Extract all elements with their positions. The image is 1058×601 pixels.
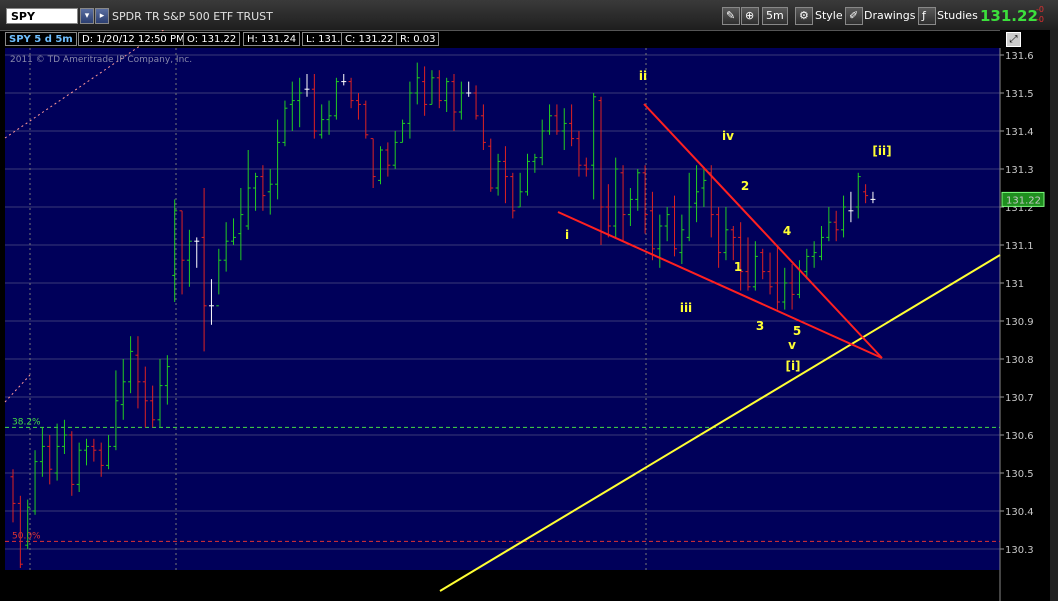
wave-label: 4: [783, 224, 791, 238]
wave-label: iv: [722, 129, 734, 143]
y-tick-label: 130.3: [1005, 545, 1034, 556]
wave-label: 5: [793, 324, 801, 338]
symbol-link-icon[interactable]: ▸: [95, 8, 109, 24]
fib-level-label: 38.2%: [12, 417, 41, 427]
studies-button[interactable]: Studies: [937, 9, 978, 22]
wave-label: i: [565, 228, 569, 242]
wave-label: ii: [639, 69, 647, 83]
symbol-dropdown-icon[interactable]: ▾: [80, 8, 94, 24]
last-price-tag-label: 131.22: [1006, 195, 1041, 206]
y-tick-label: 131.4: [1005, 127, 1034, 138]
wave-label: 1: [734, 260, 742, 274]
right-edge-panel: [1050, 30, 1058, 601]
bar-close: C: 131.22: [341, 32, 398, 46]
fib-level-label: 50.0%: [12, 531, 41, 541]
change-bottom: -0: [1036, 15, 1044, 24]
wave-label: [ii]: [872, 144, 891, 158]
y-tick-label: 130.7: [1005, 393, 1034, 404]
symbol-description: SPDR TR S&P 500 ETF TRUST: [112, 10, 273, 23]
y-tick-label: 130.6: [1005, 431, 1034, 442]
price-chart[interactable]: 131.6131.5131.4131.3131.2131.1131130.913…: [0, 30, 1050, 601]
wave-label: v: [788, 338, 796, 352]
bar-high: H: 131.24: [243, 32, 301, 46]
y-tick-label: 131.1: [1005, 241, 1034, 252]
drawings-icon[interactable]: ✐: [845, 7, 863, 25]
symbol-input[interactable]: SPY: [6, 8, 78, 24]
y-tick-label: 131.3: [1005, 165, 1034, 176]
y-tick-label: 131: [1005, 279, 1024, 290]
bar-range: R: 0.03: [396, 32, 440, 46]
thinkorswim-chart-window: SPY ▾ ▸ SPDR TR S&P 500 ETF TRUST ✎ ⊕ 5m…: [0, 0, 1058, 601]
wave-label: 3: [756, 319, 764, 333]
y-tick-label: 130.4: [1005, 507, 1034, 518]
y-tick-label: 130.5: [1005, 469, 1034, 480]
last-price: 131.22: [980, 7, 1038, 25]
y-tick-label: 131.5: [1005, 89, 1034, 100]
zoom-icon[interactable]: ⊕: [741, 7, 759, 25]
wave-label: iii: [680, 301, 692, 315]
drawings-button[interactable]: Drawings: [864, 9, 915, 22]
wave-label: [i]: [785, 359, 800, 373]
wave-label: 2: [741, 179, 749, 193]
chart-label: SPY 5 d 5m: [5, 32, 77, 46]
studies-icon[interactable]: ƒ: [918, 7, 936, 25]
style-icon[interactable]: ⚙: [795, 7, 813, 25]
y-tick-label: 131.6: [1005, 51, 1034, 62]
copyright-notice: 2011 © TD Ameritrade IP Company, Inc.: [10, 55, 193, 65]
bar-open: O: 131.22: [183, 32, 241, 46]
zoom-fit-icon[interactable]: ⤢: [1006, 32, 1021, 47]
y-tick-label: 130.9: [1005, 317, 1034, 328]
y-tick-label: 130.8: [1005, 355, 1034, 366]
change-top: -0: [1036, 5, 1044, 14]
plot-area: [5, 48, 1000, 570]
chart-toolbar: SPY ▾ ▸ SPDR TR S&P 500 ETF TRUST ✎ ⊕ 5m…: [0, 0, 1058, 31]
style-button[interactable]: Style: [815, 9, 843, 22]
interval-button[interactable]: 5m: [762, 7, 788, 25]
drawing-tools-icon[interactable]: ✎: [722, 7, 740, 25]
bar-date: D: 1/20/12 12:50 PM: [78, 32, 189, 46]
